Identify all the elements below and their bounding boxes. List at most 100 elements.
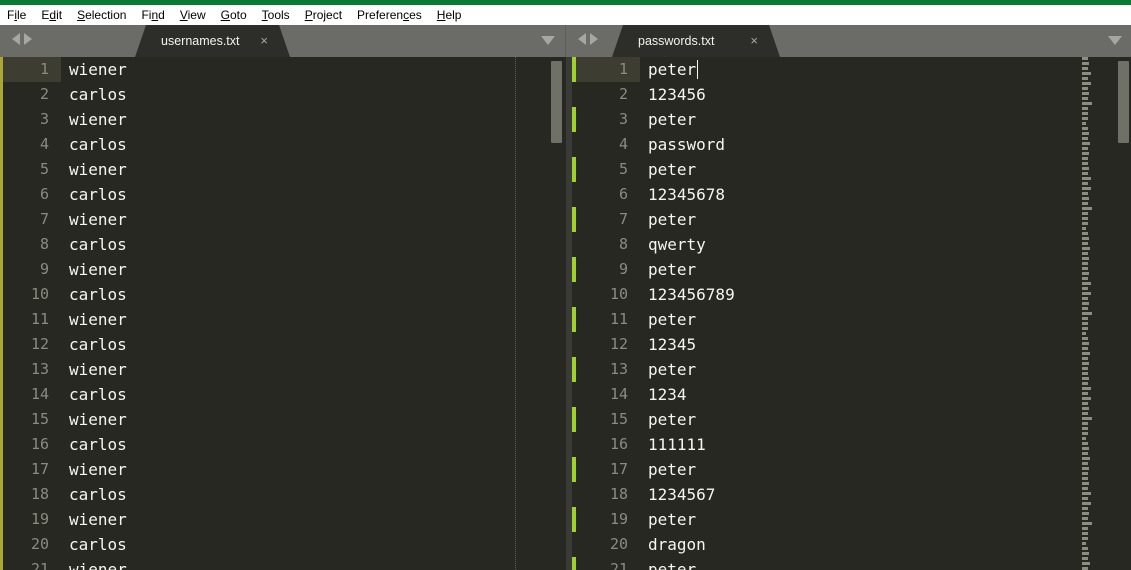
editor-line[interactable]: 10 carlos	[3, 282, 565, 307]
line-text[interactable]: wiener	[61, 357, 127, 382]
line-text[interactable]: dragon	[640, 532, 706, 557]
menu-item-file[interactable]: File	[7, 5, 26, 25]
line-text[interactable]: carlos	[61, 132, 127, 157]
editor-line[interactable]: 19 wiener	[3, 507, 565, 532]
menu-item-goto[interactable]: Goto	[221, 5, 247, 25]
editor-line[interactable]: 13 peter	[572, 357, 1131, 382]
line-text[interactable]: wiener	[61, 107, 127, 132]
line-text[interactable]: carlos	[61, 282, 127, 307]
line-text[interactable]: qwerty	[640, 232, 706, 257]
line-text[interactable]: wiener	[61, 307, 127, 332]
editor-line[interactable]: 17 wiener	[3, 457, 565, 482]
menu-item-edit[interactable]: Edit	[41, 5, 62, 25]
line-text[interactable]: peter	[640, 107, 696, 132]
line-text[interactable]: wiener	[61, 207, 127, 232]
line-text[interactable]: peter	[640, 207, 696, 232]
tab-usernames-close-icon[interactable]: ×	[260, 25, 268, 57]
right-pane-scrollbar-thumb[interactable]	[1118, 61, 1129, 143]
line-text[interactable]: peter	[640, 357, 696, 382]
right-pane-tab-dropdown-icon[interactable]	[1108, 36, 1122, 45]
editor-line[interactable]: 8 qwerty	[572, 232, 1131, 257]
line-text[interactable]: carlos	[61, 182, 127, 207]
right-pane-scrollbar[interactable]	[1118, 57, 1129, 570]
line-text[interactable]: 123456789	[640, 282, 735, 307]
line-text[interactable]: peter	[640, 157, 696, 182]
editor-line[interactable]: 16 carlos	[3, 432, 565, 457]
editor-line[interactable]: 11 peter	[572, 307, 1131, 332]
editor-line[interactable]: 20 dragon	[572, 532, 1131, 557]
line-text[interactable]: peter	[640, 407, 696, 432]
line-text[interactable]: wiener	[61, 557, 127, 570]
editor-pane-usernames[interactable]: 1 wiener 2 carlos 3 wiener 4 carlos 5 wiener 6 carl…	[3, 57, 565, 570]
line-text[interactable]: 12345	[640, 332, 696, 357]
nav-next-icon[interactable]	[24, 33, 32, 45]
editor-line[interactable]: 21 peter	[572, 557, 1131, 570]
editor-line[interactable]: 21 wiener	[3, 557, 565, 570]
editor-line[interactable]: 8 carlos	[3, 232, 565, 257]
line-text[interactable]: 123456	[640, 82, 706, 107]
editor-line[interactable]: 4 carlos	[3, 132, 565, 157]
tab-passwords-close-icon[interactable]: ×	[750, 25, 758, 57]
menu-item-view[interactable]: View	[180, 5, 206, 25]
editor-line[interactable]: 12 carlos	[3, 332, 565, 357]
editor-line[interactable]: 2 carlos	[3, 82, 565, 107]
left-pane-scrollbar-thumb[interactable]	[551, 61, 562, 143]
line-text[interactable]: password	[640, 132, 725, 157]
line-text[interactable]: peter	[640, 257, 696, 282]
editor-pane-passwords[interactable]: 1 peter 2 123456 3 peter 4 password 5 peter 6 12345…	[572, 57, 1131, 570]
line-text[interactable]: carlos	[61, 482, 127, 507]
editor-line[interactable]: 7 peter	[572, 207, 1131, 232]
editor-line[interactable]: 20 carlos	[3, 532, 565, 557]
line-text[interactable]: peter	[640, 457, 696, 482]
right-pane-nav-arrows[interactable]	[578, 33, 598, 45]
editor-line[interactable]: 7 wiener	[3, 207, 565, 232]
editor-line[interactable]: 3 peter	[572, 107, 1131, 132]
nav-prev-icon[interactable]	[12, 33, 20, 45]
editor-line[interactable]: 2 123456	[572, 82, 1131, 107]
line-text[interactable]: wiener	[61, 407, 127, 432]
editor-line[interactable]: 15 wiener	[3, 407, 565, 432]
line-text[interactable]: wiener	[61, 57, 127, 82]
editor-line[interactable]: 5 wiener	[3, 157, 565, 182]
right-pane-minimap[interactable]	[1082, 57, 1092, 570]
editor-line[interactable]: 12 12345	[572, 332, 1131, 357]
left-pane-tab-dropdown-icon[interactable]	[541, 36, 555, 45]
line-text[interactable]: peter	[640, 57, 699, 82]
menu-item-tools[interactable]: Tools	[262, 5, 290, 25]
line-text[interactable]: carlos	[61, 82, 127, 107]
line-text[interactable]: carlos	[61, 382, 127, 407]
menu-item-selection[interactable]: Selection	[77, 5, 126, 25]
left-pane-nav-arrows[interactable]	[12, 33, 32, 45]
nav-next-icon[interactable]	[590, 33, 598, 45]
line-text[interactable]: 1234567	[640, 482, 715, 507]
line-text[interactable]: carlos	[61, 532, 127, 557]
line-text[interactable]: 12345678	[640, 182, 725, 207]
left-pane-scrollbar[interactable]	[551, 57, 562, 570]
editor-line[interactable]: 17 peter	[572, 457, 1131, 482]
editor-line[interactable]: 15 peter	[572, 407, 1131, 432]
editor-line[interactable]: 6 12345678	[572, 182, 1131, 207]
editor-line[interactable]: 11 wiener	[3, 307, 565, 332]
editor-line[interactable]: 14 1234	[572, 382, 1131, 407]
line-text[interactable]: wiener	[61, 157, 127, 182]
line-text[interactable]: wiener	[61, 257, 127, 282]
line-text[interactable]: carlos	[61, 432, 127, 457]
editor-line[interactable]: 13 wiener	[3, 357, 565, 382]
tab-passwords[interactable]: passwords.txt ×	[612, 25, 780, 57]
editor-line[interactable]: 14 carlos	[3, 382, 565, 407]
editor-line[interactable]: 18 carlos	[3, 482, 565, 507]
editor-line[interactable]: 9 wiener	[3, 257, 565, 282]
editor-line[interactable]: 3 wiener	[3, 107, 565, 132]
editor-line[interactable]: 10 123456789	[572, 282, 1131, 307]
editor-line[interactable]: 16 111111	[572, 432, 1131, 457]
line-text[interactable]: peter	[640, 557, 696, 570]
editor-line[interactable]: 4 password	[572, 132, 1131, 157]
tab-usernames[interactable]: usernames.txt ×	[135, 25, 290, 57]
editor-line[interactable]: 19 peter	[572, 507, 1131, 532]
editor-line[interactable]: 1 peter	[572, 57, 1131, 82]
line-text[interactable]: 111111	[640, 432, 706, 457]
line-text[interactable]: carlos	[61, 232, 127, 257]
menu-item-help[interactable]: Help	[437, 5, 462, 25]
line-text[interactable]: wiener	[61, 507, 127, 532]
editor-line[interactable]: 18 1234567	[572, 482, 1131, 507]
